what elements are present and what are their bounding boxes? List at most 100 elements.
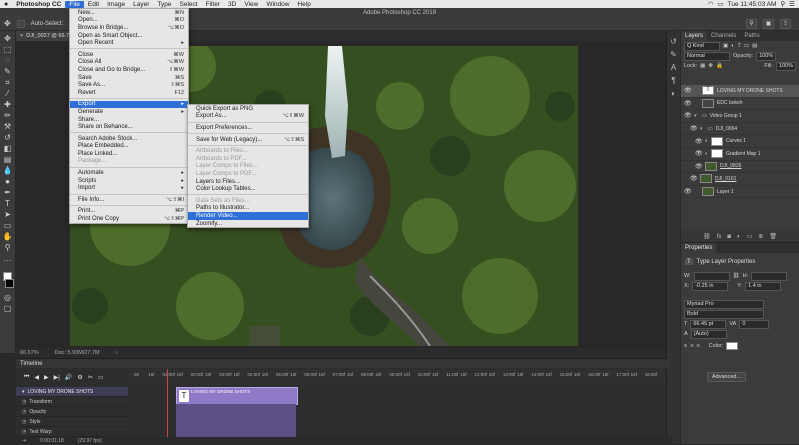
timeline-property-row[interactable]: ◷ Opacity [16, 407, 128, 417]
layer-name[interactable]: Layer 1 [717, 189, 734, 195]
menu-item-export-as[interactable]: Export As... ⌥⇧⌘W [188, 113, 308, 121]
filter-adjust-icon[interactable]: ◐ [731, 43, 734, 49]
layer-name[interactable]: Curves 1 [726, 138, 746, 144]
timeline-track-row[interactable]: ▾ LOVING MY DRONE SHOTS [16, 387, 128, 397]
history-icon[interactable]: ↺ [670, 37, 677, 46]
hand-icon[interactable]: ✋ [2, 232, 13, 242]
menu-item-browse-in-bridge[interactable]: Browse in Bridge... ⌥⌘O [70, 24, 188, 32]
brush-icon[interactable]: ✏ [2, 111, 13, 121]
new-group-icon[interactable]: ▭ [747, 233, 753, 240]
visibility-eye-icon[interactable]: 👁 [690, 125, 698, 132]
layer-row[interactable]: 👁 EDC bokeh [681, 98, 799, 111]
menu-item-search-adobe-stock[interactable]: Search Adobe Stock... [70, 135, 188, 143]
apple-icon[interactable]: ● [0, 1, 12, 8]
link-icon[interactable]: ⛓ [733, 273, 740, 279]
timeline-clip[interactable]: T LOVING MY DRONE SHOTS [176, 387, 298, 405]
menu-item-save-as[interactable]: Save As... ⇧⌘S [70, 81, 188, 89]
menu-item-open-as-smart-object[interactable]: Open as Smart Object... [70, 32, 188, 40]
menu-layer[interactable]: Layer [129, 1, 153, 8]
stopwatch-icon[interactable]: ◷ [22, 399, 26, 405]
menu-item-revert[interactable]: Revert F12 [70, 89, 188, 97]
healing-brush-icon[interactable]: ✚ [2, 100, 13, 110]
fill-input[interactable]: 100% [775, 61, 796, 71]
menu-item-scripts[interactable]: Scripts ▸ [70, 177, 188, 185]
share-button[interactable]: ⇪ [780, 18, 791, 29]
first-frame-icon[interactable]: ⏮ [24, 374, 29, 381]
menu-item-open[interactable]: Open... ⌘O [70, 17, 188, 25]
visibility-eye-icon[interactable]: 👁 [684, 188, 692, 195]
opacity-input[interactable]: 100% [756, 51, 777, 61]
blur-icon[interactable]: 💧 [2, 166, 13, 176]
menu-item-color-lookup-tables[interactable]: Color Lookup Tables... [188, 185, 308, 193]
move-icon[interactable]: ✥ [2, 34, 13, 44]
menu-item-save[interactable]: Save ⌘S [70, 74, 188, 82]
lock-all-icon[interactable]: 🔒 [716, 63, 723, 69]
menu-item-save-for-web-legacy[interactable]: Save for Web (Legacy)... ⌥⇧⌘S [188, 136, 308, 144]
blend-mode-select[interactable]: Normal [684, 51, 730, 61]
layer-row[interactable]: 👁 DJI_0826 [681, 161, 799, 174]
menu-3d[interactable]: 3D [224, 1, 240, 8]
tab-layers[interactable]: Layers [681, 31, 708, 41]
link-layers-icon[interactable]: ⛓ [703, 233, 711, 240]
menu-select[interactable]: Select [176, 1, 202, 8]
expand-icon[interactable]: ▾ [22, 389, 25, 395]
current-time[interactable]: 0:00:01:18 [40, 438, 64, 444]
delete-layer-icon[interactable]: 🗑 [769, 233, 777, 240]
menu-item-close-all[interactable]: Close All ⌥⌘W [70, 59, 188, 67]
gradient-icon[interactable]: ▤ [2, 155, 13, 165]
visibility-eye-icon[interactable]: 👁 [695, 138, 703, 145]
new-adjustment-icon[interactable]: ◐ [737, 234, 741, 240]
layer-row[interactable]: 👁 Layer 1 [681, 186, 799, 199]
workspace-button[interactable]: ▣ [763, 18, 774, 29]
menu-item-render-video[interactable]: Render Video... [188, 212, 308, 220]
new-layer-icon[interactable]: ⊕ [758, 233, 763, 240]
menu-item-close-and-go-to-bridge[interactable]: Close and Go to Bridge... ⇧⌘W [70, 66, 188, 74]
menu-item-share[interactable]: Share... [70, 116, 188, 124]
menu-help[interactable]: Help [293, 1, 314, 8]
visibility-eye-icon[interactable]: 👁 [684, 112, 692, 119]
brush-settings-icon[interactable]: ✎ [670, 50, 677, 59]
timeline-ruler[interactable]: 00 15f 01:00f 15f 02:00f 15f 03:00f 15f 04:00f 15… [128, 369, 666, 385]
layer-row[interactable]: 👁 DJI_0161 [681, 173, 799, 186]
doc-size[interactable]: Doc: 5.93M/27.7M [55, 350, 100, 356]
menu-type[interactable]: Type [153, 1, 175, 8]
marquee-icon[interactable]: ⬚ [2, 45, 13, 55]
wifi-icon[interactable]: ◠ [708, 0, 714, 8]
font-family-select[interactable]: Myriad Pro [684, 299, 764, 309]
status-arrow-icon[interactable]: › [116, 350, 118, 356]
font-style-select[interactable]: Bold [684, 309, 764, 319]
play-icon[interactable]: ▶ [44, 374, 49, 381]
menu-item-export-preferences[interactable]: Export Preferences... [188, 124, 308, 132]
history-brush-icon[interactable]: ↺ [2, 133, 13, 143]
menu-item-print-one-copy[interactable]: Print One Copy ⌥⇧⌘P [70, 215, 188, 223]
quick-mask-icon[interactable]: ◎ [2, 293, 13, 303]
clone-stamp-icon[interactable]: ⚒ [2, 122, 13, 132]
tab-channels[interactable]: Channels [707, 33, 740, 39]
menu-view[interactable]: View [240, 1, 262, 8]
move-tool-icon[interactable]: ✥ [4, 19, 11, 28]
layer-style-icon[interactable]: fx [717, 234, 722, 240]
menu-item-share-on-behance[interactable]: Share on Behance... [70, 123, 188, 131]
tab-paths[interactable]: Paths [740, 33, 763, 39]
type-icon[interactable]: T [2, 199, 13, 209]
menu-item-zoomify[interactable]: Zoomify... [188, 220, 308, 228]
path-select-icon[interactable]: ➤ [2, 210, 13, 220]
h-input[interactable] [751, 271, 788, 281]
layer-name[interactable]: DJI_0161 [715, 176, 736, 182]
menubar-clock[interactable]: Tue 11:45:03 AM [728, 1, 777, 8]
close-icon[interactable]: × [20, 33, 23, 39]
layer-name[interactable]: Video Group 1 [710, 113, 742, 119]
quick-select-icon[interactable]: ✎ [2, 67, 13, 77]
layer-row[interactable]: 👁 ◐ Curves 1 [681, 135, 799, 148]
layer-name[interactable]: DJI_0826 [720, 163, 741, 169]
menu-item-quick-export-as-png[interactable]: Quick Export as PNG [188, 105, 308, 113]
layer-row[interactable]: 👁 ▾ ▭ DJI_0064 [681, 123, 799, 136]
background-color-swatch[interactable] [5, 279, 14, 288]
menu-item-export[interactable]: Export ▸ [70, 100, 188, 109]
disclosure-triangle-icon[interactable]: ▾ [694, 113, 699, 119]
app-menu[interactable]: Photoshop CC [12, 1, 65, 8]
paragraph-icon[interactable]: ¶ [671, 76, 675, 85]
audio-icon[interactable]: 🔊 [65, 374, 72, 381]
layer-name[interactable]: LOVING MY DRONE SHOTS [717, 88, 783, 94]
playhead[interactable] [167, 369, 168, 445]
